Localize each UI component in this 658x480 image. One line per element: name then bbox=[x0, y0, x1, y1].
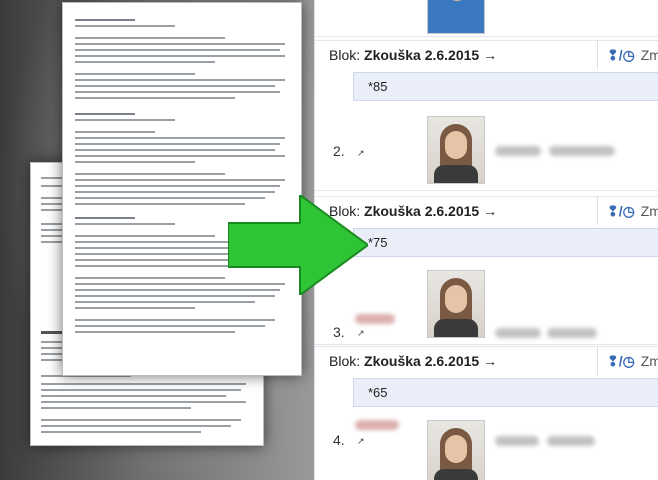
arrow-right-icon: → bbox=[483, 47, 498, 63]
student-photo[interactable] bbox=[427, 270, 485, 338]
roster-entry-header: 4. ↗ bbox=[315, 414, 658, 480]
score-field[interactable]: *85 bbox=[353, 72, 658, 101]
blok-link[interactable]: Zkouška 2.6.2015 bbox=[364, 203, 479, 219]
edit-tool-button[interactable]: ❢/◷ Změ bbox=[607, 353, 658, 370]
external-link-icon[interactable]: ↗ bbox=[357, 148, 365, 159]
score-field[interactable]: *75 bbox=[353, 228, 658, 257]
student-name-blurred bbox=[495, 146, 541, 156]
roster-entry-header: 2. ↗ bbox=[315, 110, 658, 191]
student-name-blurred bbox=[547, 436, 595, 446]
blok-link[interactable]: Zkouška 2.6.2015 bbox=[364, 47, 479, 63]
roster-entry-header bbox=[315, 0, 658, 37]
score-field[interactable]: *65 bbox=[353, 378, 658, 407]
edit-tool-icon: ❢/◷ bbox=[607, 353, 635, 369]
student-name-blurred bbox=[549, 146, 615, 156]
student-photo[interactable] bbox=[427, 116, 485, 184]
blok-row: Blok: Zkouška 2.6.2015 → ❢/◷ Zm bbox=[315, 40, 658, 69]
student-name-blurred bbox=[495, 328, 541, 338]
arrow-right-icon: → bbox=[483, 203, 498, 219]
edit-tool-icon: ❢/◷ bbox=[607, 203, 635, 219]
arrow-right-icon: → bbox=[483, 353, 498, 369]
edit-tool-button[interactable]: ❢/◷ Změ bbox=[607, 203, 658, 220]
entry-number: 2. bbox=[333, 143, 345, 159]
screenshot-composite: Blok: Zkouška 2.6.2015 → ❢/◷ Zm *85 2. ↗… bbox=[0, 0, 658, 480]
student-name-blurred bbox=[355, 420, 399, 430]
blok-row: Blok: Zkouška 2.6.2015 → ❢/◷ Změ bbox=[315, 346, 658, 375]
student-name-blurred bbox=[355, 314, 395, 324]
student-name-blurred bbox=[495, 436, 539, 446]
blok-link[interactable]: Zkouška 2.6.2015 bbox=[364, 353, 479, 369]
external-link-icon[interactable]: ↗ bbox=[357, 436, 365, 447]
edit-tool-button[interactable]: ❢/◷ Zm bbox=[607, 47, 658, 64]
blok-label: Blok: Zkouška 2.6.2015 → bbox=[329, 47, 498, 63]
blok-label: Blok: Zkouška 2.6.2015 → bbox=[329, 353, 498, 369]
document-page-front bbox=[62, 2, 302, 376]
entry-number: 4. bbox=[333, 432, 345, 448]
student-name-blurred bbox=[547, 328, 597, 338]
external-link-icon[interactable]: ↗ bbox=[357, 328, 365, 339]
entry-number: 3. bbox=[333, 324, 345, 340]
edit-tool-icon: ❢/◷ bbox=[607, 47, 635, 63]
student-photo[interactable] bbox=[427, 0, 485, 34]
student-photo[interactable] bbox=[427, 420, 485, 480]
arrow-right-icon bbox=[228, 195, 368, 295]
